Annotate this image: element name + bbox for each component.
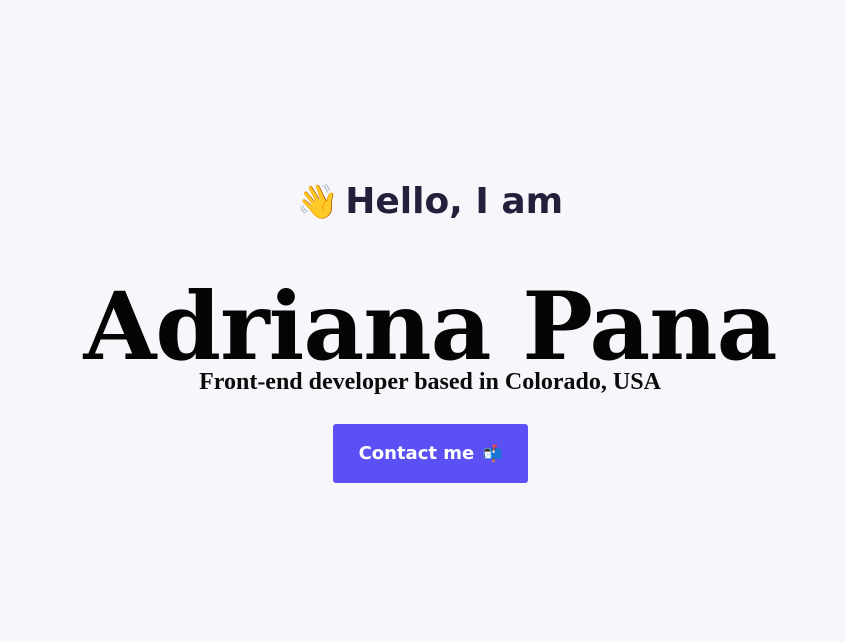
greeting-text: Hello, I am	[345, 180, 564, 222]
contact-me-button[interactable]: Contact me 📬	[333, 424, 528, 483]
tagline: Front-end developer based in Colorado, U…	[199, 369, 661, 395]
mailbox-icon: 📬	[482, 444, 503, 463]
waving-hand-icon: 👋	[296, 181, 340, 222]
contact-button-label: Contact me	[358, 443, 475, 464]
hero-section: 👋 Hello, I am Adriana Pana Front-end deve…	[0, 0, 845, 642]
greeting-heading: 👋 Hello, I am	[0, 178, 845, 226]
